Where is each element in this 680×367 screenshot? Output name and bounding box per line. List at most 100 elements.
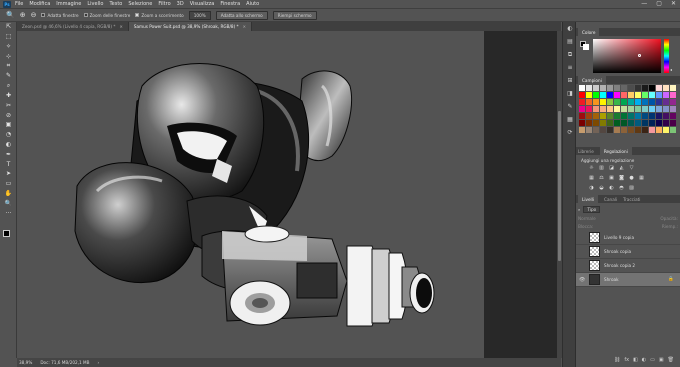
selective-color-icon[interactable]: ◓ (618, 184, 625, 191)
minimize-icon[interactable]: — (641, 0, 647, 7)
menu-selezione[interactable]: Selezione (128, 1, 152, 7)
color-swatch[interactable] (599, 91, 607, 99)
color-swatch[interactable] (641, 85, 649, 92)
color-swatch[interactable] (655, 85, 663, 92)
color-swatch[interactable] (592, 98, 600, 106)
exposure-icon[interactable]: ◭ (618, 164, 625, 171)
menu-immagine[interactable]: Immagine (56, 1, 81, 7)
color-picker-cursor[interactable] (638, 54, 641, 57)
canvas-area[interactable] (17, 31, 557, 358)
layer-kind-select[interactable]: Tipo (583, 206, 601, 213)
color-swatch[interactable] (599, 112, 607, 120)
color-swatch[interactable] (606, 112, 614, 120)
brush-panel-icon[interactable]: ✎ (563, 100, 577, 113)
color-swatch[interactable] (648, 91, 656, 99)
color-swatch[interactable] (662, 98, 670, 106)
color-swatch[interactable] (662, 126, 670, 134)
zoom-out-icon[interactable]: ⊖ (31, 11, 37, 19)
color-swatch[interactable] (620, 85, 628, 92)
posterize-icon[interactable]: ◒ (598, 184, 605, 191)
crop-tool-icon[interactable]: ⊹ (0, 51, 17, 61)
add-mask-icon[interactable]: ◧ (633, 357, 638, 363)
layer-name[interactable]: Livello 9 copia (604, 235, 634, 240)
photoshop-logo-icon[interactable]: Ps (3, 0, 11, 8)
black-white-icon[interactable]: ▣ (608, 174, 615, 181)
color-swatch[interactable] (620, 119, 628, 127)
marquee-tool-icon[interactable]: ⬚ (0, 32, 17, 42)
zoom-all-windows-checkbox[interactable]: Zoom delle finestre (83, 13, 130, 18)
eye-icon[interactable]: 👁 (579, 277, 585, 283)
color-swatch[interactable] (620, 98, 628, 106)
vibrance-icon[interactable]: ▽ (628, 164, 635, 171)
color-swatch[interactable] (634, 85, 642, 92)
close-tab-icon[interactable]: ✕ (119, 24, 122, 29)
color-swatch[interactable] (613, 98, 621, 106)
color-swatch[interactable] (579, 105, 586, 113)
tab-tracciati[interactable]: Tracciati (623, 197, 640, 202)
color-swatch[interactable] (606, 119, 614, 127)
zoom-in-icon[interactable]: ⊕ (20, 11, 26, 19)
color-swatch[interactable] (620, 112, 628, 120)
color-swatch[interactable] (648, 105, 656, 113)
layer-row[interactable]: Shroak copia 2 (576, 259, 680, 273)
color-picker-field[interactable] (593, 39, 661, 73)
trash-icon[interactable]: 🗑 (668, 357, 674, 363)
color-lookup-icon[interactable]: ▦ (638, 174, 645, 181)
eyedropper-tool-icon[interactable]: ✎ (0, 71, 17, 81)
color-swatch[interactable] (599, 126, 607, 134)
layer-row[interactable]: Shroak copia (576, 245, 680, 259)
foreground-color-swatch[interactable] (3, 230, 10, 237)
zoom-tool-icon[interactable]: 🔍 (6, 11, 15, 19)
zoom-level[interactable]: 38,9% (19, 360, 32, 365)
hue-slider[interactable] (664, 39, 669, 73)
magic-wand-tool-icon[interactable]: ✧ (0, 42, 17, 52)
hand-tool-icon[interactable]: ✋ (0, 189, 17, 199)
color-swatch[interactable] (585, 112, 593, 120)
menu-modifica[interactable]: Modifica (29, 1, 50, 7)
color-swatch[interactable] (613, 112, 621, 120)
color-swatch[interactable] (592, 85, 600, 92)
history-panel-icon[interactable]: ◐ (563, 22, 577, 35)
color-swatch[interactable] (585, 119, 593, 127)
channel-mixer-icon[interactable]: ● (628, 174, 635, 181)
color-swatch[interactable] (662, 112, 670, 120)
menu-visualizza[interactable]: Visualizza (190, 1, 215, 7)
paragraph-panel-icon[interactable]: ≡ (563, 61, 577, 74)
color-swatch[interactable] (634, 126, 642, 134)
color-swatch[interactable] (592, 112, 600, 120)
color-balance-icon[interactable]: ⚖ (598, 174, 605, 181)
brightness-icon[interactable]: ☼ (588, 164, 595, 171)
color-swatch[interactable] (669, 105, 677, 113)
color-swatch[interactable] (579, 112, 586, 120)
blend-mode-select[interactable]: Normale (578, 216, 596, 221)
healing-tool-icon[interactable]: ⌕ (0, 81, 17, 91)
type-tool-icon[interactable]: T (0, 159, 17, 169)
tab-livelli[interactable]: Livelli (578, 195, 599, 203)
color-swatch[interactable] (627, 112, 635, 120)
color-swatch[interactable] (592, 126, 600, 134)
color-swatch[interactable] (669, 112, 677, 120)
color-swatch[interactable] (579, 119, 586, 127)
color-swatch[interactable] (613, 85, 621, 92)
color-swatch[interactable] (669, 98, 677, 106)
eraser-tool-icon[interactable]: ▣ (0, 120, 17, 130)
color-swatch[interactable] (585, 91, 593, 99)
color-swatch[interactable] (634, 105, 642, 113)
new-group-icon[interactable]: ▭ (650, 357, 655, 363)
gradient-map-icon[interactable]: ▨ (628, 184, 635, 191)
link-layers-icon[interactable]: ⛓ (614, 357, 620, 363)
curves-icon[interactable]: ◪ (608, 164, 615, 171)
color-swatch[interactable] (620, 91, 628, 99)
styles-panel-icon[interactable]: ◨ (563, 87, 577, 100)
menu-3d[interactable]: 3D (177, 1, 184, 7)
fit-screen-button[interactable]: Adatta allo schermo (215, 10, 268, 20)
color-swatch[interactable] (655, 91, 663, 99)
tab-zeon[interactable]: Zeon.psd @ 46,6% (Livello 4 copia, RGB/8… (17, 22, 129, 31)
color-swatch[interactable] (627, 126, 635, 134)
color-swatch[interactable] (655, 112, 663, 120)
color-swatch[interactable] (655, 105, 663, 113)
tab-regolazioni[interactable]: Regolazioni (599, 147, 632, 155)
slice-tool-icon[interactable]: ⌗ (0, 61, 17, 71)
gradient-tool-icon[interactable]: ◔ (0, 130, 17, 140)
color-swatch[interactable] (662, 85, 670, 92)
